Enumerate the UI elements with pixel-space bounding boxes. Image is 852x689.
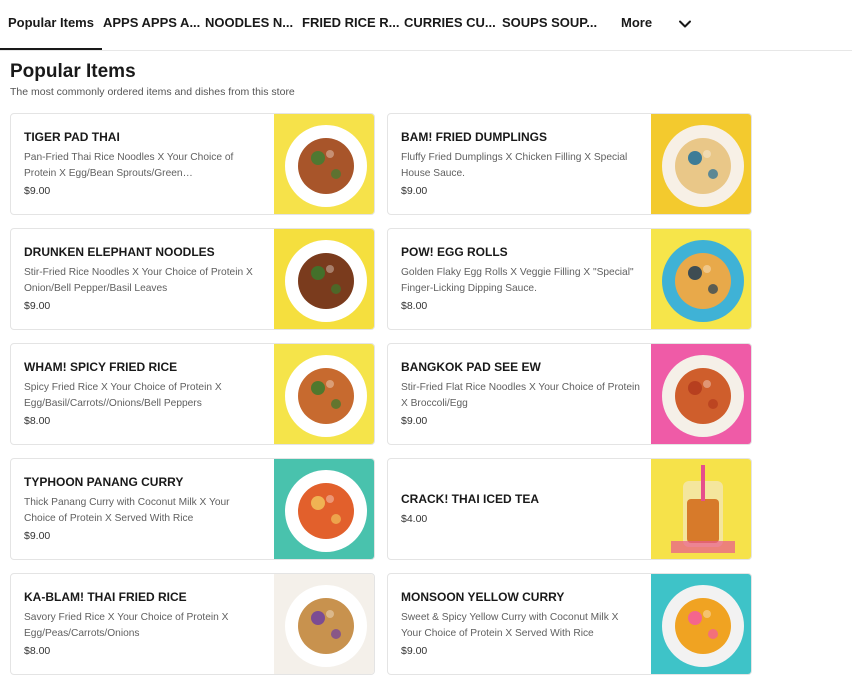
item-price: $8.00 [24, 645, 51, 657]
item-name: POW! EGG ROLLS [401, 245, 508, 259]
item-description: Fluffy Fried Dumplings X Chicken Filling… [401, 152, 628, 179]
menu-item-card[interactable]: CRACK! THAI ICED TEA $4.00 [387, 458, 752, 560]
item-description: Golden Flaky Egg Rolls X Veggie Filling … [401, 267, 634, 294]
item-price: $9.00 [24, 530, 51, 542]
item-name: TYPHOON PANANG CURRY [24, 475, 184, 489]
item-price: $8.00 [401, 300, 428, 312]
menu-item-card[interactable]: BANGKOK PAD SEE EW Stir-Fried Flat Rice N… [387, 343, 752, 445]
tab-noodles[interactable]: NOODLES N... [205, 0, 293, 50]
category-tab-bar: Popular Items APPS APPS A... NOODLES N..… [0, 0, 852, 51]
item-price: $9.00 [24, 300, 51, 312]
section-subtitle: The most commonly ordered items and dish… [10, 86, 295, 98]
menu-item-card[interactable]: WHAM! SPICY FRIED RICE Spicy Fried Rice X… [10, 343, 375, 445]
item-description: Thick Panang Curry with Coconut Milk X Y… [24, 497, 230, 524]
tab-popular-items[interactable]: Popular Items [0, 0, 102, 50]
item-photo [651, 114, 751, 214]
item-name: MONSOON YELLOW CURRY [401, 590, 565, 604]
item-description: Stir-Fried Rice Noodles X Your Choice of… [24, 267, 253, 294]
tab-curries[interactable]: CURRIES CU... [404, 0, 496, 50]
item-price: $9.00 [24, 185, 51, 197]
item-photo [651, 344, 751, 444]
item-description: Pan-Fried Thai Rice Noodles X Your Choic… [24, 152, 234, 179]
item-photo [274, 459, 374, 559]
item-name: TIGER PAD THAI [24, 130, 120, 144]
tab-fried-rice[interactable]: FRIED RICE R... [302, 0, 400, 50]
item-photo [274, 114, 374, 214]
item-description: Savory Fried Rice X Your Choice of Prote… [24, 612, 229, 639]
item-photo [651, 459, 751, 559]
item-price: $8.00 [24, 415, 51, 427]
item-name: CRACK! THAI ICED TEA [401, 492, 539, 506]
menu-item-card[interactable]: POW! EGG ROLLS Golden Flaky Egg Rolls X V… [387, 228, 752, 330]
item-photo [651, 574, 751, 674]
item-photo [274, 574, 374, 674]
item-price: $9.00 [401, 415, 428, 427]
tab-apps[interactable]: APPS APPS A... [103, 0, 200, 50]
section-title: Popular Items [10, 61, 136, 82]
item-name: BANGKOK PAD SEE EW [401, 360, 541, 374]
tab-more[interactable]: More [621, 0, 652, 50]
item-description: Spicy Fried Rice X Your Choice of Protei… [24, 382, 222, 409]
menu-item-card[interactable]: KA-BLAM! THAI FRIED RICE Savory Fried Ric… [10, 573, 375, 675]
item-description: Stir-Fried Flat Rice Noodles X Your Choi… [401, 382, 640, 409]
item-photo [274, 229, 374, 329]
item-photo [651, 229, 751, 329]
menu-item-card[interactable]: TYPHOON PANANG CURRY Thick Panang Curry w… [10, 458, 375, 560]
item-name: KA-BLAM! THAI FRIED RICE [24, 590, 187, 604]
item-photo [274, 344, 374, 444]
item-price: $4.00 [401, 513, 428, 525]
item-name: DRUNKEN ELEPHANT NOODLES [24, 245, 215, 259]
item-name: WHAM! SPICY FRIED RICE [24, 360, 178, 374]
menu-item-card[interactable]: MONSOON YELLOW CURRY Sweet & Spicy Yellow… [387, 573, 752, 675]
tab-soups[interactable]: SOUPS SOUP... [502, 0, 597, 50]
item-name: BAM! FRIED DUMPLINGS [401, 130, 547, 144]
menu-item-card[interactable]: TIGER PAD THAI Pan-Fried Thai Rice Noodle… [10, 113, 375, 215]
item-description: Sweet & Spicy Yellow Curry with Coconut … [401, 612, 619, 639]
menu-item-card[interactable]: DRUNKEN ELEPHANT NOODLES Stir-Fried Rice … [10, 228, 375, 330]
item-price: $9.00 [401, 185, 428, 197]
chevron-down-icon[interactable] [676, 15, 694, 33]
menu-item-card[interactable]: BAM! FRIED DUMPLINGS Fluffy Fried Dumplin… [387, 113, 752, 215]
item-price: $9.00 [401, 645, 428, 657]
